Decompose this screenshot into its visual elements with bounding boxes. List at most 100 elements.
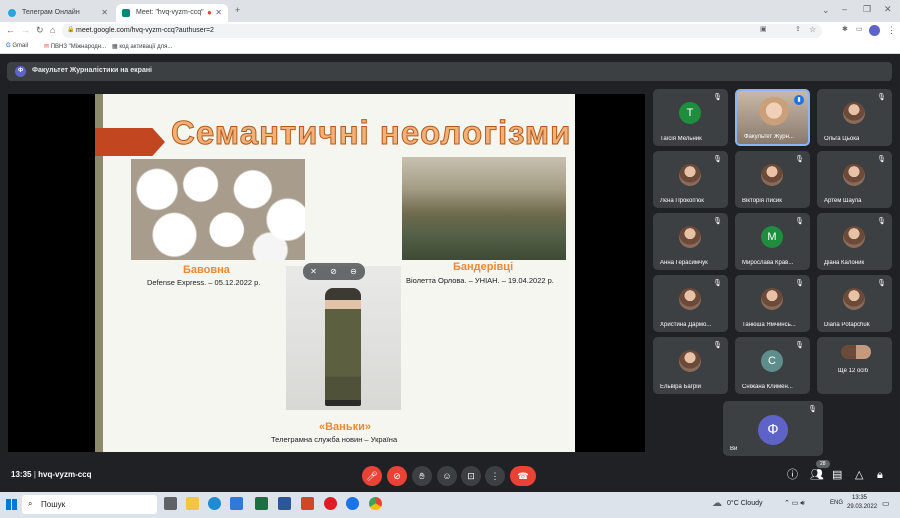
people-icon[interactable]: 👥︎ [810,469,824,481]
minimize-icon[interactable]: – [842,4,847,14]
close-tab-icon[interactable]: ✕ [215,8,222,17]
present-button[interactable]: ⊡ [461,466,481,486]
pin-icon[interactable]: ⊘ [328,266,339,277]
profile-avatar[interactable] [869,25,880,36]
reload-icon[interactable]: ↻ [36,25,44,35]
chrome-icon[interactable] [369,497,382,510]
clock-date[interactable]: 29.03.2022 [847,504,877,510]
participant-tile[interactable]: Вікторія Лисик 🎙︎ [735,151,810,208]
camera-icon[interactable]: ▣ [760,25,767,35]
recording-dot-icon: ● [207,8,212,17]
participant-tile[interactable]: М Мирослава Крав... 🎙︎ [735,213,810,270]
menu-icon[interactable]: ⋮ [887,25,896,35]
star-icon[interactable]: ☆ [809,25,816,35]
notifications-icon[interactable]: ▭ [882,499,890,508]
participant-photo [679,288,701,310]
presenting-banner: Ф Факультет Журналістики на екрані [7,62,892,81]
bookmark-gmail[interactable]: G Gmail [6,43,28,49]
participant-tile[interactable]: Факультет Журн... ▮ [735,89,810,146]
slide-arrow-decoration [95,128,165,156]
extension-icon[interactable]: ✱ [842,25,848,35]
self-name: Ви [730,446,738,452]
task-view-icon[interactable] [164,497,177,510]
windows-start-icon[interactable] [6,499,17,510]
bookmark-university[interactable]: ✉ ПВНЗ "Міжнародн... [44,43,106,50]
info-icon[interactable]: ⓘ [787,469,798,481]
address-bar[interactable]: 🔒 meet.google.com/hvq-vyzm-ccq?authuser=… [62,24,822,38]
tab-telegram[interactable]: Телеграм Онлайн ✕ [2,4,114,22]
participant-tile[interactable]: С Сніжана Климен... 🎙︎ [735,337,810,394]
window-close-icon[interactable]: ✕ [884,4,892,14]
participant-tile[interactable]: Анна Герасимчук 🎙︎ [653,213,728,270]
mic-off-icon: 🎙︎ [877,218,886,225]
app-icon[interactable] [346,497,359,510]
share-icon[interactable]: ⇪ [795,25,801,35]
mic-off-icon[interactable]: ✕ [308,266,319,277]
more-options-button[interactable]: ⋮ [485,466,505,486]
mic-off-icon: 🎙︎ [795,280,804,287]
activities-icon[interactable]: △ [855,469,863,481]
url-text: meet.google.com/hvq-vyzm-ccq?authuser=2 [76,27,214,34]
participant-name: Мирослава Крав... [742,260,794,266]
chat-icon[interactable]: ▤ [832,469,842,481]
tray-icons[interactable]: ⌃ ▭ 🔊︎ [784,499,805,508]
home-icon[interactable]: ⌂ [50,25,55,35]
participant-tile[interactable]: Ольга Цьока 🎙︎ [817,89,892,146]
mic-off-icon: 🎙︎ [795,342,804,349]
participant-tile[interactable]: Ельвіра Багрій 🎙︎ [653,337,728,394]
language-indicator[interactable]: ENG [830,500,843,506]
participant-tile[interactable]: Лєна Прокоп'юк 🎙︎ [653,151,728,208]
opera-icon[interactable] [324,497,337,510]
weather-text[interactable]: 0°C Cloudy [727,500,762,507]
new-tab-icon[interactable]: + [235,5,240,15]
host-controls-icon[interactable]: 🔒︎ [877,469,883,481]
raise-hand-button[interactable]: ✋︎ [412,466,432,486]
word-icon[interactable] [278,497,291,510]
slide-word-2: Бандерівці [453,261,514,273]
sidebar-icon[interactable]: ▭ [856,25,863,35]
file-explorer-icon[interactable] [186,497,199,510]
participant-photo [843,288,865,310]
participant-tile[interactable]: Христина Дармо... 🎙︎ [653,275,728,332]
camera-button[interactable]: ⊘ [387,466,407,486]
participant-photo [761,164,783,186]
lock-icon: 🔒 [67,27,75,33]
tab-meet[interactable]: Meet: "hvq-vyzm-ccq" ● ✕ [116,4,228,22]
clock-time[interactable]: 13:35 [852,495,867,501]
excel-icon[interactable] [255,497,268,510]
tab-search-icon[interactable]: ⌄ [822,5,830,15]
self-tile[interactable]: Ф Ви 🎙︎ [723,401,823,456]
microphone-button[interactable]: 🎤︎ [362,466,382,486]
participant-tile[interactable]: Ще 12 осіб [817,337,892,394]
close-tab-icon[interactable]: ✕ [101,8,108,17]
participant-tile[interactable]: Танюша Ямчинсь... 🎙︎ [735,275,810,332]
participant-tile[interactable]: Diana Potapchuk 🎙︎ [817,275,892,332]
back-icon[interactable]: ← [6,25,15,35]
participant-name: Артем Шаула [824,198,862,204]
taskbar-search[interactable]: ⌕ Пошук [22,495,157,514]
bookmark-activation[interactable]: ▦ код активації для... [112,43,172,50]
mic-off-icon: 🎙︎ [877,94,886,101]
participant-photo [761,288,783,310]
powerpoint-icon[interactable] [301,497,314,510]
forward-icon[interactable]: → [21,25,30,35]
store-icon[interactable] [230,497,243,510]
windows-taskbar: ⌕ Пошук ☁ 0°C Cloudy ⌃ ▭ 🔊︎ ENG 13:35 29… [0,492,900,518]
participant-photo [843,226,865,248]
participant-photo [679,350,701,372]
tile-hover-toolbar: ✕ ⊘ ⊖ [303,263,365,280]
mic-off-icon: 🎙︎ [713,156,722,163]
remove-icon[interactable]: ⊖ [348,266,359,277]
participant-tile[interactable]: Т Таїсія Мельник 🎙︎ [653,89,728,146]
meet-window: Ф Факультет Журналістики на екрані Семан… [0,55,900,492]
leave-call-button[interactable]: ☎︎ [510,466,536,486]
maximize-icon[interactable]: ❐ [863,4,871,14]
participant-tile[interactable]: Артем Шаула 🎙︎ [817,151,892,208]
presenting-text: Факультет Журналістики на екрані [32,67,153,74]
participant-photo [679,226,701,248]
speaking-indicator-icon: ▮ [794,95,804,105]
reactions-button[interactable]: ☺ [437,466,457,486]
meet-controls: 13:35 | hvq-vyzm-ccq 🎤︎ ⊘ ✋︎ ☺ ⊡ ⋮ ☎︎ ⓘ … [0,460,900,492]
participant-tile[interactable]: Діана Калоник 🎙︎ [817,213,892,270]
edge-icon[interactable] [208,497,221,510]
